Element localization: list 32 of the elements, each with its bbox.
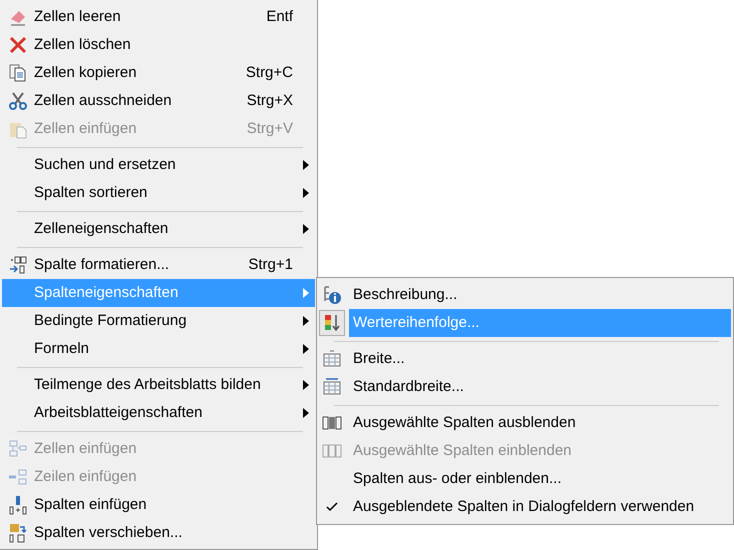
insert-columns-icon bbox=[8, 495, 28, 515]
menu-item[interactable]: Suchen und ersetzen bbox=[2, 151, 315, 179]
delete-icon bbox=[8, 35, 28, 55]
insert-cells-icon bbox=[8, 439, 28, 459]
menu-item[interactable]: Spalten sortieren bbox=[2, 179, 315, 207]
menu-item[interactable]: Standardbreite... bbox=[319, 373, 731, 401]
number-format-icon bbox=[8, 255, 28, 275]
menu-item[interactable]: Arbeitsblatteigenschaften bbox=[2, 399, 315, 427]
column-width-icon bbox=[322, 349, 342, 369]
menu-item[interactable]: Zellen löschen bbox=[2, 31, 315, 59]
copy-icon bbox=[8, 63, 28, 83]
value-order-icon bbox=[322, 313, 342, 333]
menu-item[interactable]: Zellen ausschneiden Strg+X bbox=[2, 87, 315, 115]
menu-item[interactable]: Spalte formatieren... Strg+1 bbox=[2, 251, 315, 279]
menu-item[interactable]: Ausgeblendete Spalten in Dialogfeldern verwenden bbox=[319, 493, 731, 521]
scissors-icon bbox=[8, 91, 28, 111]
menu-item[interactable]: Spalten verschieben... bbox=[2, 519, 315, 547]
menu-item[interactable]: Breite... bbox=[319, 345, 731, 373]
menu-item[interactable]: Teilmenge des Arbeitsblatts bilden bbox=[2, 371, 315, 399]
menu-item[interactable]: Spalten aus- oder einblenden... bbox=[319, 465, 731, 493]
menu-item[interactable]: Beschreibung... bbox=[319, 281, 731, 309]
menu-item[interactable]: Zelleneigenschaften bbox=[2, 215, 315, 243]
insert-rows-icon bbox=[8, 467, 28, 487]
menu-item[interactable]: Bedingte Formatierung bbox=[2, 307, 315, 335]
menu-item[interactable]: Formeln bbox=[2, 335, 315, 363]
menu-item[interactable]: Zellen leeren Entf bbox=[2, 3, 315, 31]
standard-width-icon bbox=[322, 377, 342, 397]
menu-item[interactable]: Ausgewählte Spalten ausblenden bbox=[319, 409, 731, 437]
menu-item[interactable]: Zellen kopieren Strg+C bbox=[2, 59, 315, 87]
move-columns-icon bbox=[8, 523, 28, 543]
info-icon bbox=[322, 285, 342, 305]
menu-item[interactable]: Spalten einfügen bbox=[2, 491, 315, 519]
